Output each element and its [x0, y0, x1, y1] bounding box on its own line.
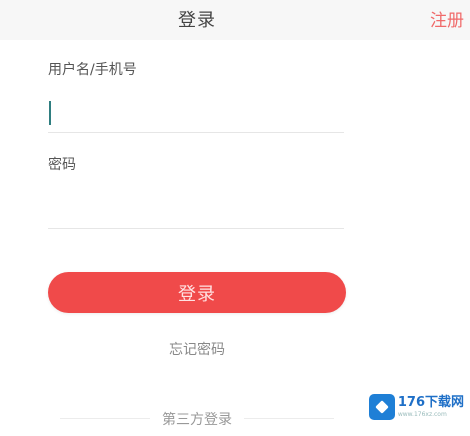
page-title: 登录: [178, 10, 216, 31]
username-field[interactable]: [48, 92, 344, 133]
third-party-login-label: 第三方登录: [162, 412, 232, 428]
top-bar: 登录 注册: [0, 0, 470, 40]
password-label: 密码: [48, 157, 76, 173]
watermark: 176下载网 www.176xz.com: [368, 394, 464, 420]
password-input[interactable]: [48, 188, 344, 228]
username-label: 用户名/手机号: [48, 62, 137, 78]
watermark-brand: 176下载网: [397, 395, 464, 410]
forgot-password-link[interactable]: 忘记密码: [0, 339, 394, 359]
username-input[interactable]: [48, 92, 344, 132]
login-button[interactable]: 登录: [48, 272, 346, 313]
password-field[interactable]: [48, 188, 344, 229]
watermark-site: www.176xz.com: [397, 411, 447, 418]
text-caret: [49, 101, 51, 125]
brand-logo-icon: [368, 394, 395, 420]
register-link[interactable]: 注册: [430, 6, 464, 31]
